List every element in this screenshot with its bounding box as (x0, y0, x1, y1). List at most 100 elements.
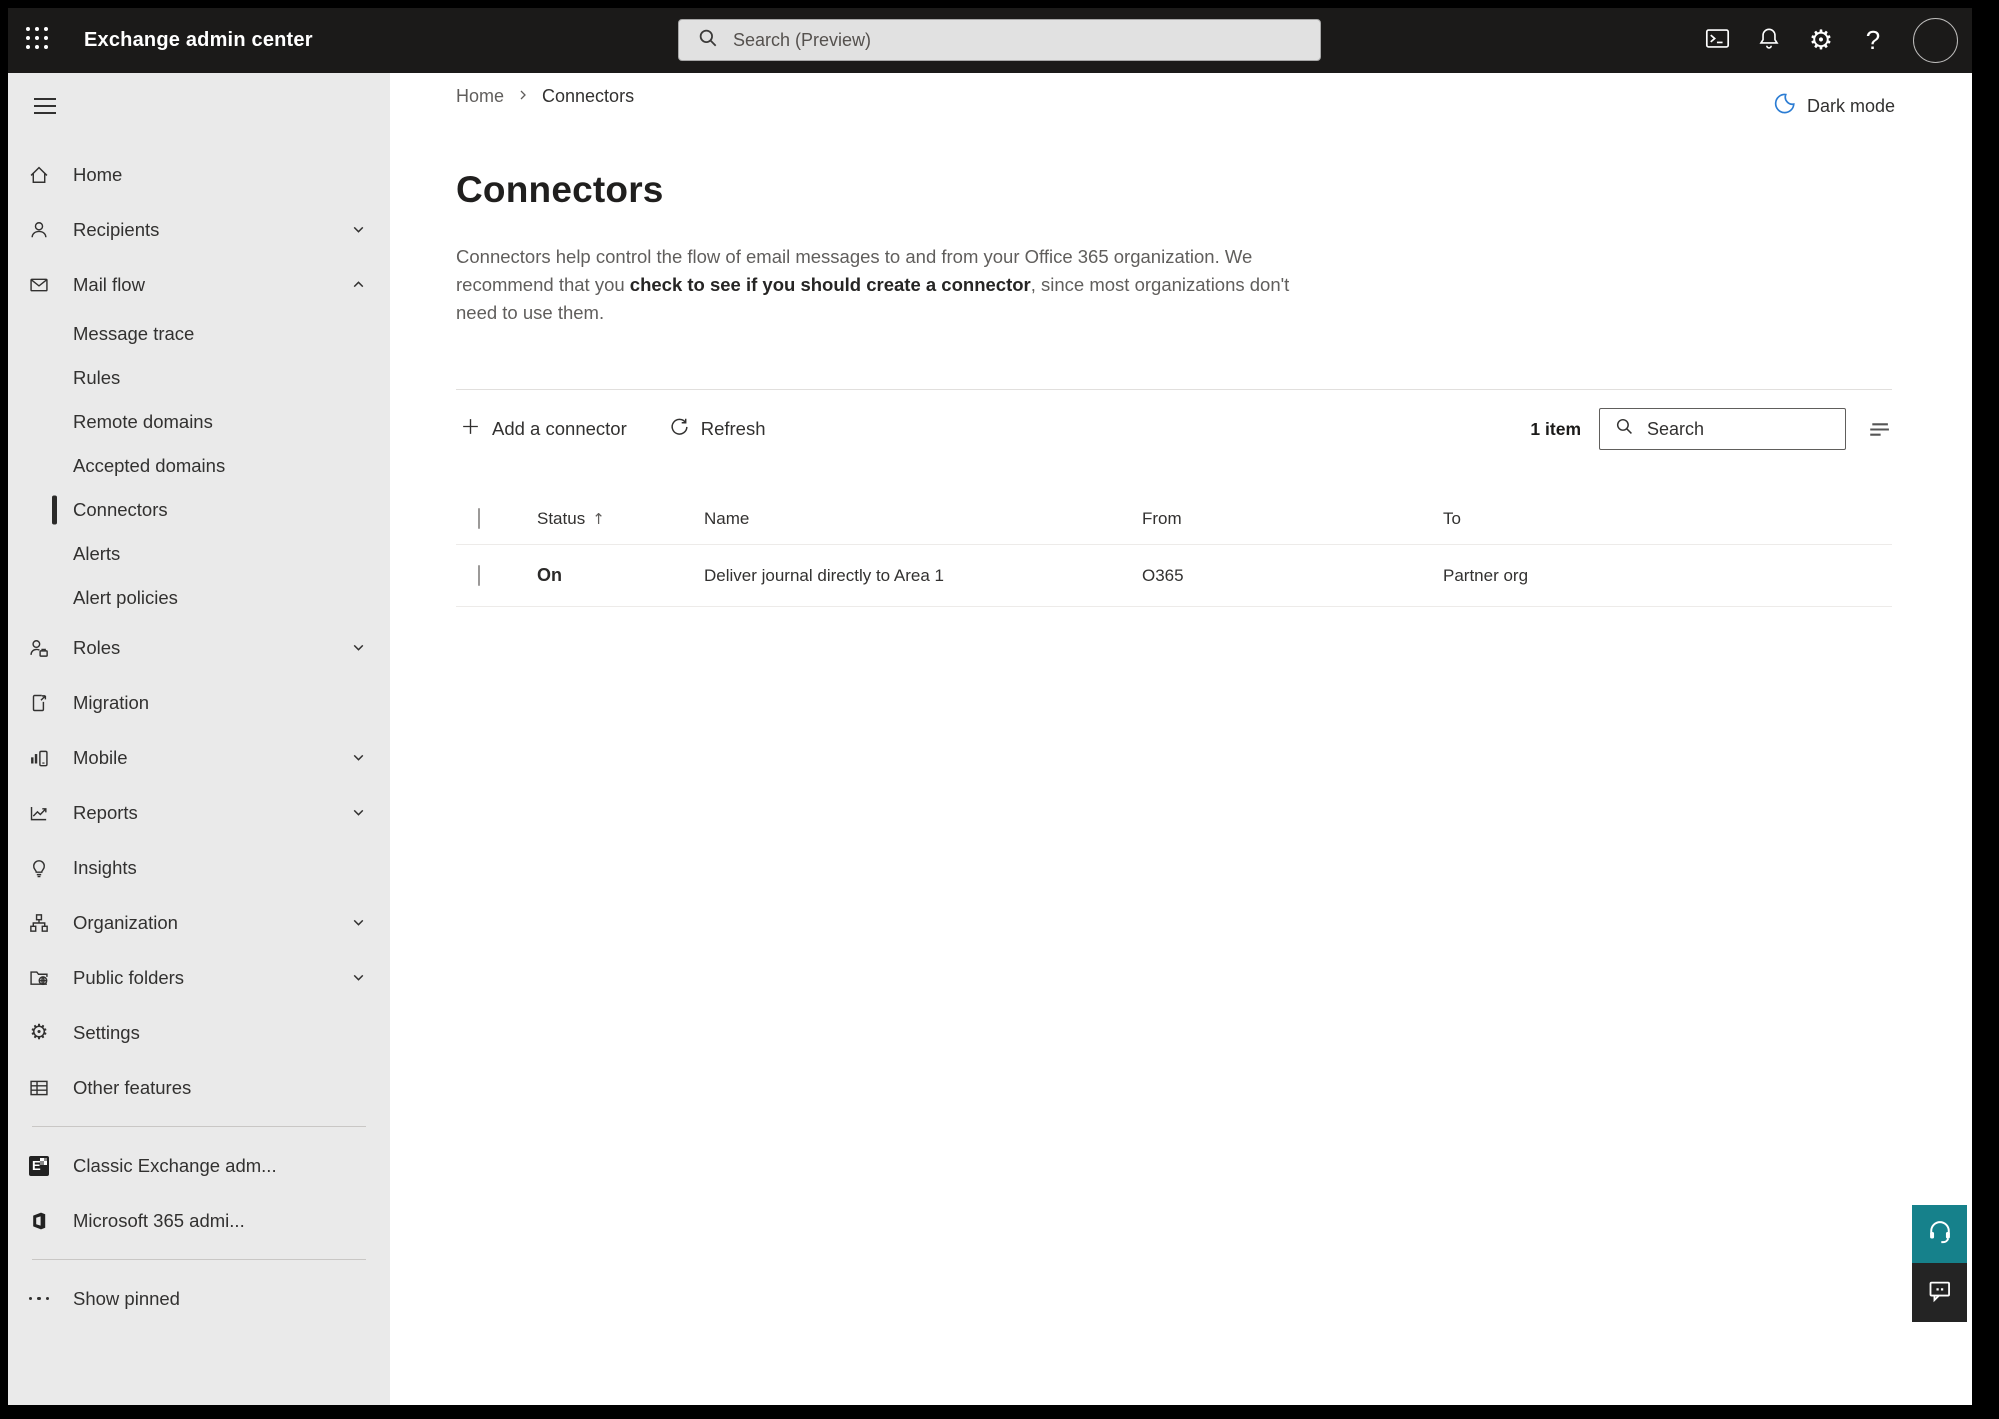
list-toolbar: Add a connector Refresh 1 item (456, 401, 1891, 457)
create-connector-check-link[interactable]: check to see if you should create a conn… (630, 274, 1031, 295)
column-header-name[interactable]: Name (704, 509, 1142, 529)
topbar-actions: ⚙ ? (1691, 8, 1968, 73)
line-chart-icon (28, 802, 50, 824)
column-header-from[interactable]: From (1142, 509, 1443, 529)
sidebar-item-alerts[interactable]: Alerts (8, 532, 390, 576)
account-avatar[interactable] (1913, 18, 1958, 63)
select-all-checkbox[interactable] (478, 507, 480, 529)
chat-bubble-icon (1926, 1277, 1953, 1309)
hamburger-menu-button[interactable] (30, 89, 58, 123)
sidebar-item-organization[interactable]: Organization (8, 895, 390, 950)
chevron-down-icon (351, 915, 366, 930)
terminal-icon (1704, 25, 1731, 57)
chevron-down-icon (351, 970, 366, 985)
sidebar-item-home[interactable]: Home (8, 147, 390, 202)
sidebar-item-reports[interactable]: Reports (8, 785, 390, 840)
sidebar-item-alert-policies[interactable]: Alert policies (8, 576, 390, 620)
gear-icon: ⚙ (29, 1020, 49, 1044)
list-search-input[interactable] (1647, 418, 1845, 440)
person-icon (28, 219, 50, 241)
dark-mode-toggle[interactable]: Dark mode (1772, 91, 1895, 121)
sidebar-item-insights[interactable]: Insights (8, 840, 390, 895)
search-icon (697, 27, 719, 54)
settings-button[interactable]: ⚙ (1795, 8, 1847, 73)
breadcrumb: Home Connectors (456, 86, 634, 107)
chevron-down-icon (351, 222, 366, 237)
page-title: Connectors (456, 169, 664, 210)
list-search[interactable] (1599, 408, 1846, 450)
search-icon (1614, 416, 1635, 442)
ellipsis-icon (28, 1288, 50, 1310)
sidebar-item-rules[interactable]: Rules (8, 356, 390, 400)
sidebar-item-connectors[interactable]: Connectors (8, 488, 390, 532)
person-briefcase-icon (28, 637, 50, 659)
help-button[interactable]: ? (1847, 8, 1899, 73)
chevron-down-icon (351, 805, 366, 820)
support-button[interactable] (1912, 1205, 1967, 1263)
sidebar-item-recipients[interactable]: Recipients (8, 202, 390, 257)
dark-mode-label: Dark mode (1806, 95, 1895, 116)
org-chart-icon (28, 912, 50, 934)
sort-ascending-icon: ↑ (592, 509, 605, 528)
chevron-up-icon (351, 277, 366, 292)
sidebar-item-remote-domains[interactable]: Remote domains (8, 400, 390, 444)
chevron-down-icon (351, 750, 366, 765)
headset-icon (1926, 1218, 1954, 1251)
topbar: Exchange admin center Search (Preview) ⚙… (8, 8, 1972, 73)
gear-icon: ⚙ (1808, 25, 1834, 56)
sidebar-item-migration[interactable]: Migration (8, 675, 390, 730)
column-header-to[interactable]: To (1443, 509, 1892, 529)
feedback-button[interactable] (1912, 1263, 1967, 1322)
table-grid-icon (28, 1077, 50, 1099)
filter-button[interactable] (1864, 416, 1891, 443)
refresh-button[interactable]: Refresh (665, 410, 770, 448)
app-title: Exchange admin center (84, 29, 313, 51)
connectors-table: Status ↑ Name From To On Deliver journal… (456, 493, 1892, 607)
sidebar-divider (32, 1126, 366, 1127)
sidebar-item-roles[interactable]: Roles (8, 620, 390, 675)
sidebar-item-microsoft-365-admin[interactable]: Microsoft 365 admi... (8, 1193, 390, 1248)
chevron-down-icon (351, 640, 366, 655)
help-icon: ? (1865, 25, 1881, 55)
table-row[interactable]: On Deliver journal directly to Area 1 O3… (456, 545, 1892, 607)
floating-buttons (1912, 1205, 1967, 1322)
sidebar-item-other-features[interactable]: Other features (8, 1060, 390, 1115)
sidebar-nav: Home Recipients Mail flow Message trace … (8, 73, 390, 1405)
row-name-link[interactable]: Deliver journal directly to Area 1 (704, 566, 1142, 586)
sidebar-item-message-trace[interactable]: Message trace (8, 312, 390, 356)
chevron-right-icon (516, 86, 530, 107)
microsoft-365-logo-icon (28, 1210, 50, 1232)
filter-icon (1870, 422, 1889, 436)
document-arrow-icon (28, 692, 50, 714)
folder-globe-icon (28, 967, 50, 989)
mobile-chart-icon (28, 747, 50, 769)
column-header-status[interactable]: Status ↑ (537, 509, 704, 529)
app-launcher-icon[interactable] (26, 27, 53, 54)
classic-exchange-logo-icon: E (28, 1155, 50, 1177)
add-connector-button[interactable]: Add a connector (456, 410, 631, 448)
sidebar-item-mail-flow[interactable]: Mail flow (8, 257, 390, 312)
row-status: On (537, 565, 562, 585)
sidebar-item-show-pinned[interactable]: Show pinned (8, 1271, 390, 1326)
row-checkbox[interactable] (478, 564, 480, 586)
sidebar-item-public-folders[interactable]: Public folders (8, 950, 390, 1005)
row-to: Partner org (1443, 565, 1529, 585)
exchange-admin-window: Exchange admin center Search (Preview) ⚙… (8, 8, 1972, 1405)
notifications-button[interactable] (1743, 8, 1795, 73)
main-content: Home Connectors Dark mode Connectors Con… (390, 73, 1972, 1405)
home-icon (28, 164, 50, 186)
breadcrumb-home-link[interactable]: Home (456, 86, 504, 107)
item-count: 1 item (1530, 418, 1581, 439)
refresh-icon (669, 416, 690, 442)
breadcrumb-current: Connectors (542, 86, 635, 106)
sidebar-item-classic-exchange-admin[interactable]: E Classic Exchange adm... (8, 1138, 390, 1193)
powershell-button[interactable] (1691, 8, 1743, 73)
table-header-row: Status ↑ Name From To (456, 493, 1892, 545)
global-search[interactable] (678, 19, 1321, 61)
sidebar-item-accepted-domains[interactable]: Accepted domains (8, 444, 390, 488)
section-divider (456, 389, 1892, 390)
global-search-input[interactable] (733, 29, 1320, 51)
sidebar-item-mobile[interactable]: Mobile (8, 730, 390, 785)
sidebar-item-settings[interactable]: ⚙ Settings (8, 1005, 390, 1060)
sidebar-divider (32, 1259, 366, 1260)
